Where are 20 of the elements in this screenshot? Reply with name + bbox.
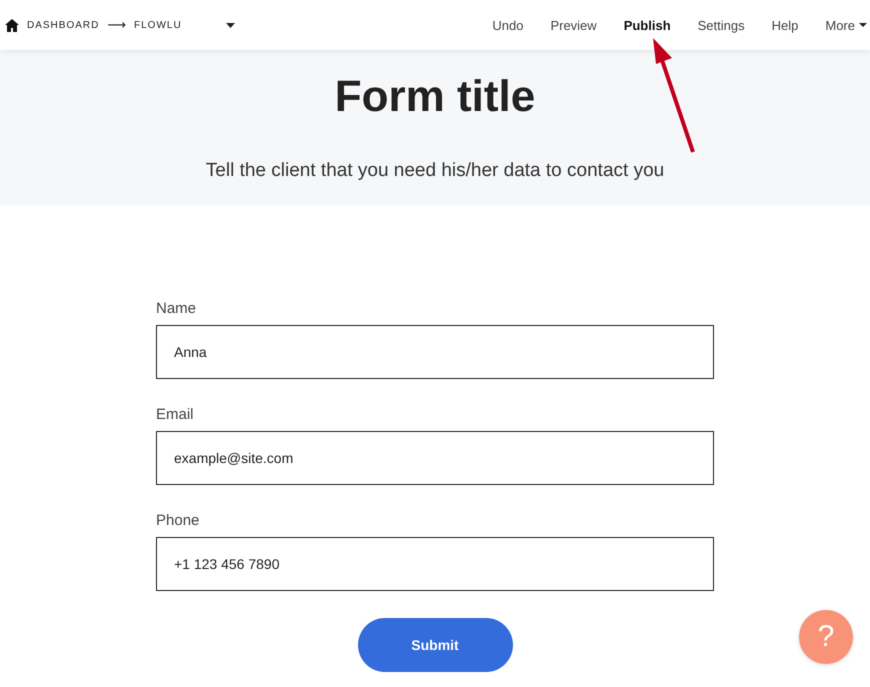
field-label: Name [156, 300, 198, 317]
menu-item[interactable]: Publish [624, 18, 671, 32]
submit-button[interactable]: Submit [358, 618, 512, 672]
breadcrumb-separator: ⟶ [107, 17, 126, 33]
menu-item[interactable]: More [825, 18, 867, 32]
input-field[interactable]: Anna [156, 325, 714, 379]
home-icon[interactable] [5, 18, 19, 32]
form-subtitle: Tell the client that you need his/her data to contact you [206, 160, 664, 182]
menu-item[interactable]: Settings [698, 18, 745, 32]
caret-icon[interactable] [226, 22, 235, 28]
field-label: Email [156, 406, 195, 423]
input-field[interactable]: example@site.com [156, 431, 714, 485]
form-title: Form title [334, 72, 536, 122]
field-label: Phone [156, 512, 200, 529]
breadcrumb-link[interactable]: DASHBOARD [27, 20, 100, 30]
menu-item[interactable]: Help [772, 18, 798, 32]
menu-item[interactable]: Undo [492, 18, 524, 32]
breadcrumb-link[interactable]: FLOWLU [134, 20, 182, 30]
menu-item[interactable]: Preview [550, 18, 597, 32]
input-field[interactable]: +1 123 456 7890 [156, 537, 714, 591]
